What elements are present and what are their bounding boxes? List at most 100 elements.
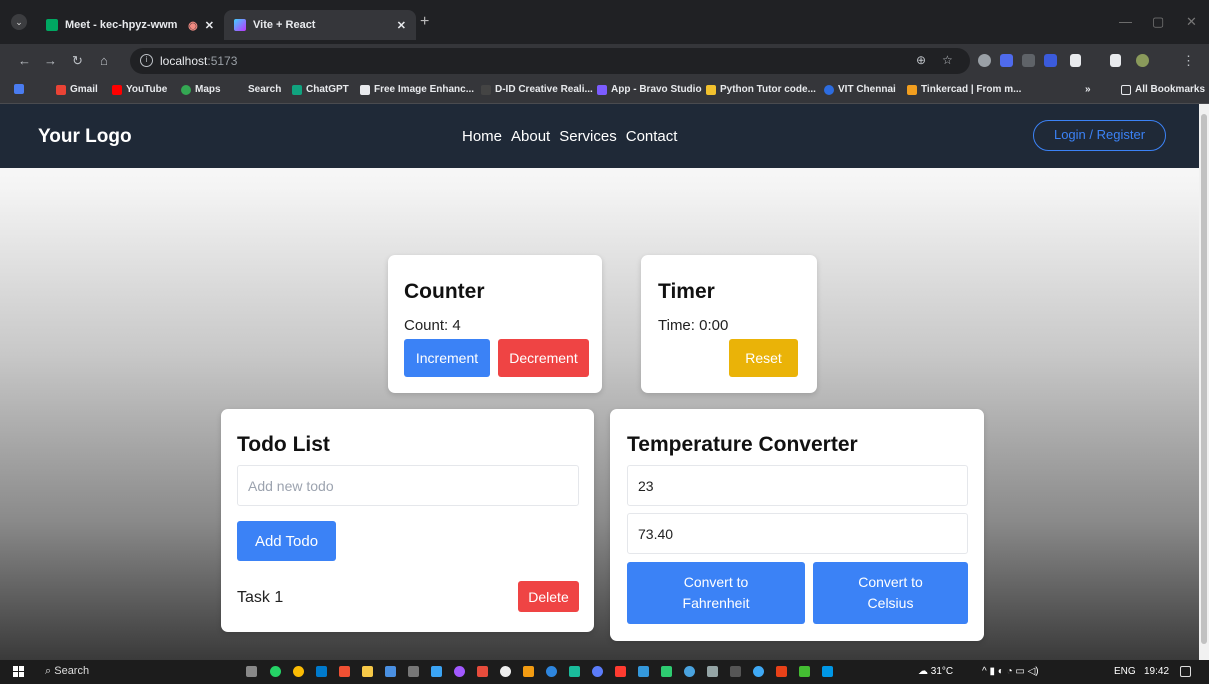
zoom-icon[interactable]: ⊕ [916, 53, 926, 67]
button-line: Fahrenheit [682, 595, 750, 611]
profile-avatar[interactable] [1136, 54, 1149, 67]
new-tab-icon[interactable]: + [420, 14, 429, 30]
maximize-icon[interactable]: ▢ [1152, 14, 1164, 30]
language-indicator[interactable]: ENG [1114, 666, 1136, 677]
app-icon[interactable] [684, 666, 695, 677]
notifications-icon[interactable] [1180, 666, 1191, 677]
add-todo-button[interactable]: Add Todo [237, 521, 336, 561]
app-icon[interactable] [569, 666, 580, 677]
taskbar-search[interactable]: ⌕ Search [45, 665, 89, 678]
minimize-icon[interactable]: — [1119, 14, 1132, 29]
all-bookmarks[interactable]: All Bookmarks [1121, 84, 1205, 95]
decrement-button[interactable]: Decrement [498, 339, 589, 377]
tab-vite-react[interactable]: Vite + React ✕ [224, 10, 416, 40]
chrome-icon[interactable] [293, 666, 304, 677]
app-icon[interactable] [776, 666, 787, 677]
button-line: Convert to [858, 574, 923, 590]
bookmark-python-tutor[interactable]: Python Tutor code... [706, 84, 816, 95]
task-view-icon[interactable] [246, 666, 257, 677]
app-icon[interactable] [408, 666, 419, 677]
page-scrollbar[interactable] [1199, 104, 1209, 660]
tab-search-icon[interactable]: ⌄ [11, 14, 27, 30]
app-icon[interactable] [615, 666, 626, 677]
menu-icon[interactable]: ⋮ [1182, 53, 1195, 69]
app-icon[interactable] [753, 666, 764, 677]
extension-icon[interactable] [1000, 54, 1013, 67]
bookmark-star-icon[interactable]: ☆ [942, 53, 953, 67]
bookmark-search[interactable]: Search [248, 84, 281, 95]
back-icon[interactable]: ← [18, 53, 31, 69]
weather-icon: ☁ [918, 666, 928, 677]
todo-input[interactable] [237, 465, 579, 506]
login-register-button[interactable]: Login / Register [1033, 120, 1166, 151]
celsius-input[interactable] [627, 465, 968, 506]
app-icon[interactable] [592, 666, 603, 677]
d-id-icon [481, 84, 491, 95]
nav-services[interactable]: Services [559, 128, 617, 145]
convert-to-celsius-button[interactable]: Convert to Celsius [813, 562, 968, 624]
app-icon[interactable] [707, 666, 718, 677]
home-icon[interactable]: ⌂ [100, 53, 108, 69]
bookmark-maps[interactable]: Maps [181, 84, 221, 95]
maps-icon [181, 84, 191, 95]
vscode-icon[interactable] [316, 666, 327, 677]
file-explorer-icon[interactable] [362, 666, 373, 677]
app-icon[interactable] [454, 666, 465, 677]
bookmark-tinkercad[interactable]: Tinkercad | From m... [907, 84, 1021, 95]
delete-todo-button[interactable]: Delete [518, 581, 579, 612]
app-icon[interactable] [385, 666, 396, 677]
reload-icon[interactable]: ↻ [72, 53, 83, 69]
app-icon[interactable] [730, 666, 741, 677]
nav-contact[interactable]: Contact [626, 128, 678, 145]
app-icon[interactable] [822, 666, 833, 677]
bookmark-label: App - Bravo Studio [611, 84, 702, 95]
dev-extension-icon[interactable] [1044, 54, 1057, 67]
bookmark-d-id[interactable]: D-ID Creative Reali... [481, 84, 593, 95]
windows-start-icon[interactable] [13, 666, 25, 678]
app-icon[interactable] [638, 666, 649, 677]
nav-links: Home About Services Contact [462, 128, 677, 145]
reset-button[interactable]: Reset [729, 339, 798, 377]
forward-icon[interactable]: → [44, 53, 57, 69]
app-icon[interactable] [799, 666, 810, 677]
git-icon[interactable] [339, 666, 350, 677]
bookmark-gmail[interactable]: Gmail [56, 84, 98, 95]
extension-icon[interactable] [1022, 54, 1035, 67]
clock[interactable]: 19:42 [1144, 666, 1169, 677]
app-icon[interactable] [523, 666, 534, 677]
address-bar[interactable]: i localhost:5173 ⊕ ☆ [130, 48, 970, 74]
nav-home[interactable]: Home [462, 128, 502, 145]
bookmarks-overflow[interactable]: » [1085, 84, 1091, 95]
whatsapp-icon[interactable] [270, 666, 281, 677]
download-icon[interactable] [1110, 54, 1121, 67]
tab-meet[interactable]: Meet - kec-hpyz-wwm ◉ ✕ [36, 10, 224, 40]
app-icon[interactable] [477, 666, 488, 677]
scrollbar-thumb[interactable] [1201, 114, 1207, 644]
app-icon[interactable] [500, 666, 511, 677]
site-info-icon[interactable]: i [140, 54, 153, 67]
nav-about[interactable]: About [511, 128, 550, 145]
todo-card: Todo List Add Todo Task 1 Delete [221, 409, 594, 632]
bookmark-free-image[interactable]: Free Image Enhanc... [360, 84, 474, 95]
puzzle-icon[interactable] [1070, 54, 1081, 67]
convert-to-fahrenheit-button[interactable]: Convert to Fahrenheit [627, 562, 805, 624]
fahrenheit-input[interactable] [627, 513, 968, 554]
app-icon[interactable] [661, 666, 672, 677]
bookmark-bravo[interactable]: App - Bravo Studio [597, 84, 702, 95]
close-icon[interactable]: ✕ [397, 19, 406, 32]
app-icon[interactable] [546, 666, 557, 677]
site-logo[interactable]: Your Logo [38, 126, 132, 148]
bookmark-vit[interactable]: VIT Chennai [824, 84, 896, 95]
meet-favicon-icon [46, 19, 58, 31]
bookmark-youtube[interactable]: YouTube [112, 84, 167, 95]
apps-icon[interactable] [14, 84, 24, 94]
increment-button[interactable]: Increment [404, 339, 490, 377]
counter-card: Counter Count: 4 Increment Decrement [388, 255, 602, 393]
close-icon[interactable]: ✕ [205, 19, 214, 32]
system-tray-icons[interactable]: ^ ▮ ◐ ◔ ▭ ◁) [982, 666, 1039, 677]
weather-widget[interactable]: ☁ 31°C [918, 666, 953, 677]
bookmark-chatgpt[interactable]: ChatGPT [292, 84, 349, 95]
window-close-icon[interactable]: ✕ [1186, 14, 1197, 30]
extension-icon[interactable] [978, 54, 991, 67]
app-icon[interactable] [431, 666, 442, 677]
